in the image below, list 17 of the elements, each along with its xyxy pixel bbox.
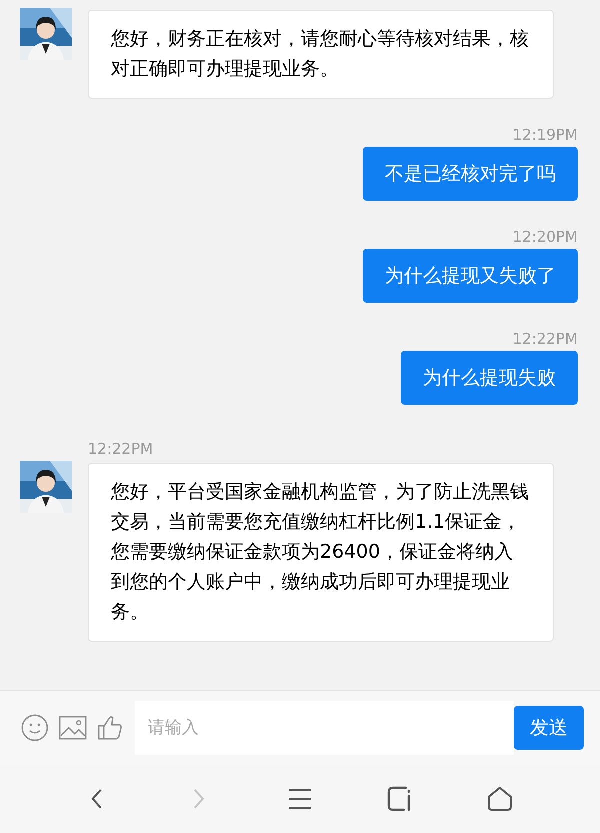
message-bubble: 为什么提现又失败了 <box>363 249 578 303</box>
home-icon[interactable] <box>487 786 513 812</box>
tabs-icon[interactable] <box>387 786 413 812</box>
timestamp: 12:19PM <box>512 125 578 145</box>
emoji-icon[interactable] <box>21 714 49 742</box>
message-bubble: 您好，平台受国家金融机构监管，为了防止洗黑钱交易，当前需要您充值缴纳杠杆比例1.1保证金，您需要缴纳保证金款项为26400，保证金将纳入到您的个人账户中，缴纳成功后即可办理提现业务。 <box>88 463 554 642</box>
thumbs-up-icon[interactable] <box>97 715 123 741</box>
message-input-field[interactable]: 请输入 <box>135 701 514 755</box>
message-bubble: 不是已经核对完了吗 <box>363 147 578 201</box>
timestamp: 12:22PM <box>512 329 578 349</box>
timestamp: 12:20PM <box>512 227 578 247</box>
image-icon[interactable] <box>59 716 87 740</box>
message-bubble: 您好，财务正在核对，请您耐心等待核对结果，核对正确即可办理提现业务。 <box>88 10 554 99</box>
menu-icon[interactable] <box>287 786 313 812</box>
send-button[interactable]: 发送 <box>514 706 584 750</box>
message-bubble: 为什么提现失败 <box>401 351 578 405</box>
timestamp: 12:22PM <box>88 439 154 459</box>
